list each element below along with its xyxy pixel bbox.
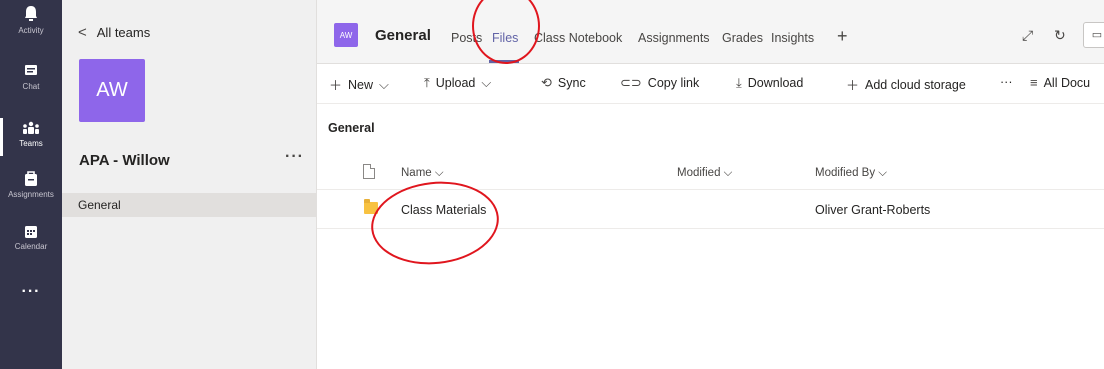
channel-header: AW General Posts Files Class Notebook As…	[317, 0, 1104, 64]
team-panel: < All teams AW APA - Willow ··· General	[62, 0, 317, 369]
more-label: ···	[1000, 75, 1013, 89]
chevron-down-icon: ⌵	[379, 76, 389, 92]
all-teams-label: All teams	[96, 25, 151, 40]
add-cloud-storage-button[interactable]: ＋ Add cloud storage	[846, 75, 966, 94]
rail-label: Assignments	[8, 190, 54, 199]
all-teams-link[interactable]: < All teams	[78, 24, 150, 41]
chevron-down-icon: ⌵	[481, 75, 492, 90]
rail-teams[interactable]: Teams	[0, 121, 62, 149]
download-label: Download	[747, 76, 804, 90]
channel-item-general[interactable]: General	[62, 193, 317, 217]
sync-label: Sync	[557, 76, 586, 90]
file-type-icon	[363, 164, 375, 179]
download-button[interactable]: ⤓ Download	[736, 75, 803, 91]
list-view-icon: ≡	[1030, 75, 1038, 90]
main-content: AW General Posts Files Class Notebook As…	[317, 0, 1104, 369]
tab-class-notebook[interactable]: Class Notebook	[534, 31, 622, 45]
files-toolbar: ＋ New ⌵ ⤒ Upload ⌵ ⟲ Sync ⊂⊃ Copy link ⤓…	[317, 64, 1104, 104]
tab-grades[interactable]: Grades	[722, 31, 763, 45]
column-name[interactable]: Name ⌵	[401, 167, 444, 180]
app-rail: Activity Chat Teams Assignments Calendar…	[0, 0, 62, 369]
tab-assignments[interactable]: Assignments	[638, 31, 710, 45]
download-icon: ⤓	[736, 75, 742, 90]
team-avatar: AW	[79, 59, 145, 122]
all-documents-view-button[interactable]: ≡ All Docu	[1030, 75, 1090, 90]
upload-button[interactable]: ⤒ Upload ⌵	[424, 75, 491, 91]
column-modified-by[interactable]: Modified By ⌵	[815, 167, 887, 180]
all-documents-label: All Docu	[1043, 75, 1091, 90]
rail-activity[interactable]: Activity	[0, 4, 62, 36]
new-label: New	[348, 77, 374, 92]
upload-label: Upload	[435, 76, 476, 90]
team-name: APA - Willow	[79, 152, 170, 169]
copy-link-button[interactable]: ⊂⊃ Copy link	[620, 75, 699, 91]
rail-more-apps[interactable]: ···	[0, 283, 62, 301]
channel-title: General	[375, 27, 431, 44]
calendar-icon	[25, 226, 37, 238]
copy-link-label: Copy link	[647, 76, 700, 90]
team-more-options-button[interactable]: ···	[285, 148, 304, 166]
sync-button[interactable]: ⟲ Sync	[541, 75, 586, 91]
bell-icon	[25, 6, 37, 21]
teams-icon	[23, 121, 39, 134]
rail-label: Activity	[18, 26, 44, 35]
add-cloud-storage-label: Add cloud storage	[865, 77, 966, 92]
rail-label: Calendar	[14, 242, 48, 251]
column-modified-by-label: Modified By	[815, 167, 876, 179]
tab-insights[interactable]: Insights	[771, 31, 814, 45]
folder-title: General	[328, 121, 375, 135]
chevron-left-icon: <	[78, 24, 87, 41]
sync-icon: ⟲	[541, 75, 552, 90]
plus-icon: ＋	[329, 78, 343, 93]
link-icon: ⊂⊃	[620, 75, 642, 90]
add-tab-button[interactable]: +	[837, 26, 848, 47]
column-modified-label: Modified	[677, 167, 721, 179]
rail-label: Chat	[22, 82, 40, 91]
channel-avatar: AW	[334, 23, 358, 47]
toolbar-more-button[interactable]: ···	[1000, 75, 1013, 89]
new-button[interactable]: ＋ New ⌵	[329, 75, 389, 94]
plus-icon: ＋	[846, 78, 860, 93]
column-name-label: Name	[401, 167, 432, 179]
upload-icon: ⤒	[424, 75, 430, 90]
rail-calendar[interactable]: Calendar	[0, 224, 62, 252]
assignments-icon	[25, 171, 37, 186]
rail-chat[interactable]: Chat	[0, 64, 62, 92]
rail-label: Teams	[19, 139, 43, 148]
file-modified-by: Oliver Grant-Roberts	[815, 203, 931, 217]
meet-button[interactable]: ▭	[1083, 22, 1104, 48]
refresh-icon[interactable]: ↻	[1054, 27, 1066, 44]
chat-icon	[25, 65, 37, 75]
column-modified[interactable]: Modified ⌵	[677, 167, 732, 180]
expand-icon[interactable]: ⤢	[1022, 27, 1033, 44]
video-icon: ▭	[1091, 29, 1103, 41]
rail-assignments[interactable]: Assignments	[0, 170, 62, 200]
